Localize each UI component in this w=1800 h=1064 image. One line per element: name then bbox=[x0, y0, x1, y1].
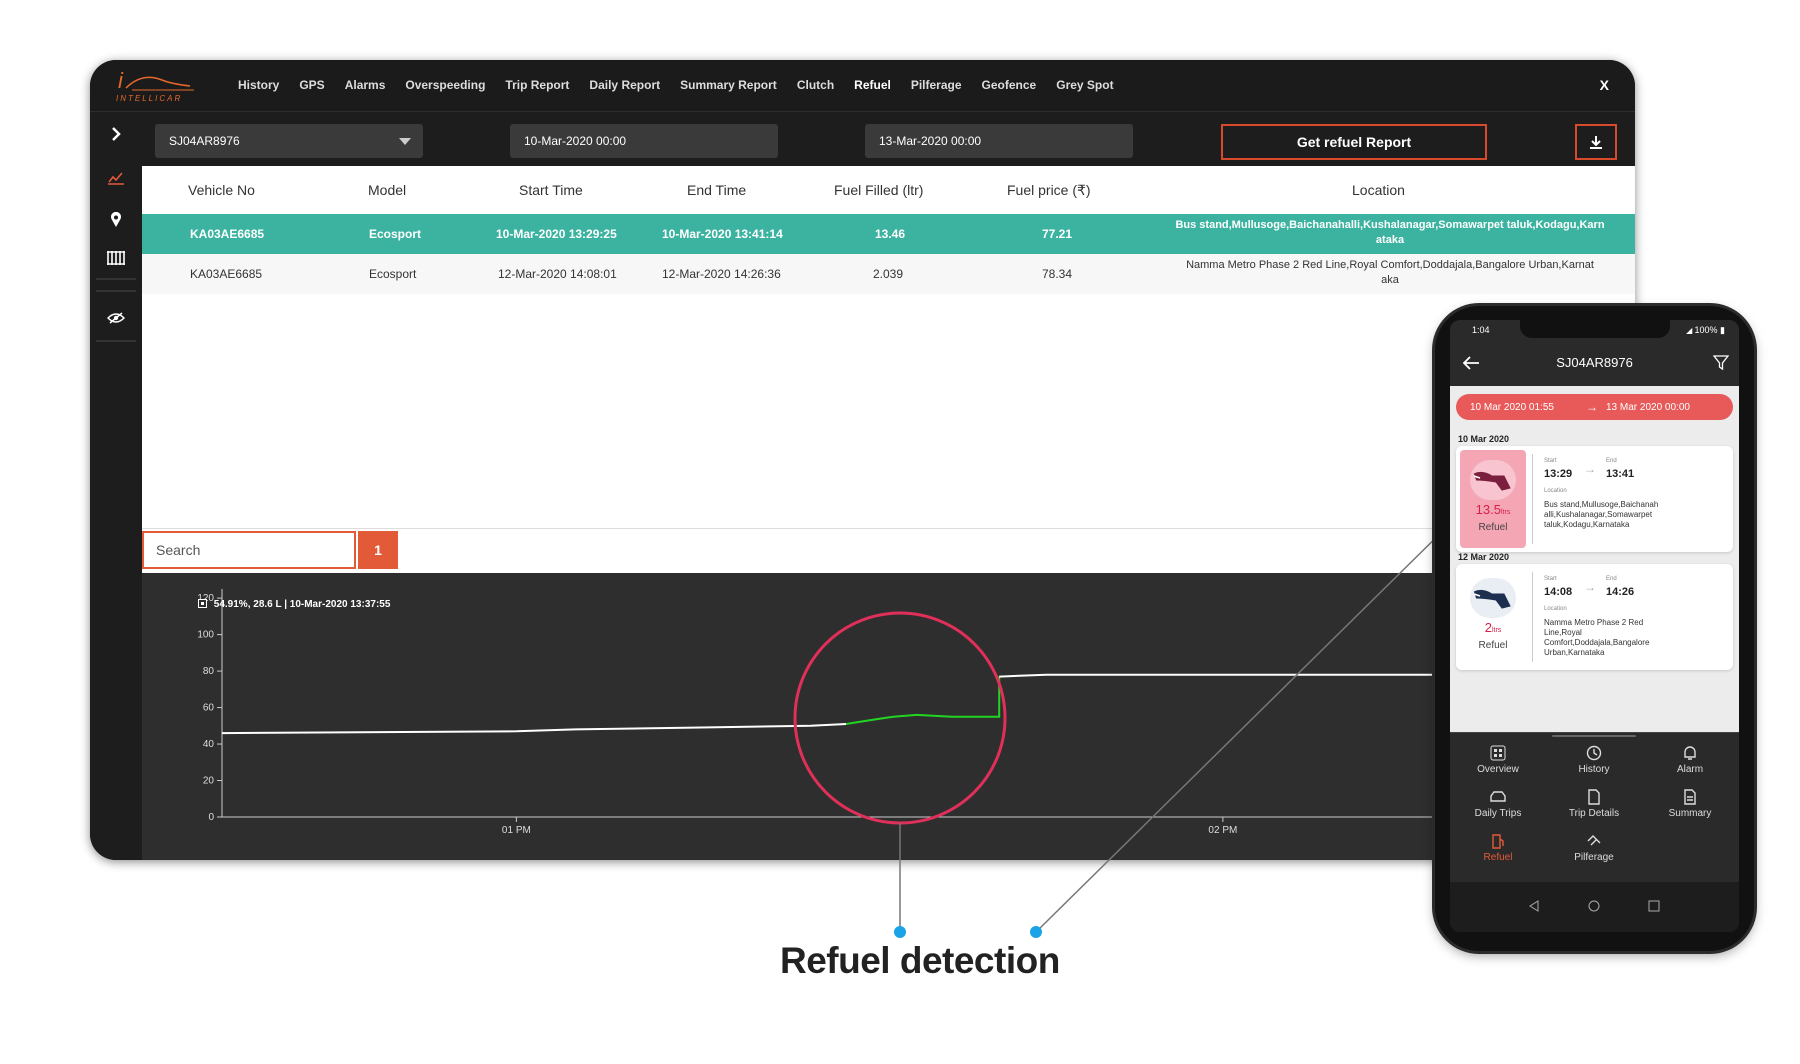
caption: Refuel detection bbox=[780, 940, 1060, 981]
fuel-pump-icon bbox=[1492, 834, 1504, 849]
nav-label: Pilferage bbox=[1574, 852, 1614, 863]
nav-label: Alarm bbox=[1676, 764, 1704, 775]
stage: i INTELLICAR History GPS Alarms Overspeedin… bbox=[0, 0, 1800, 1064]
grid-icon bbox=[1490, 745, 1506, 761]
nav-refuel[interactable]: Refuel bbox=[1450, 833, 1546, 863]
day-label: 10 Mar 2020 bbox=[1458, 434, 1510, 444]
location-text: Bus stand,Mullusoge,Baichanah alli,Kusha… bbox=[1544, 500, 1659, 529]
range-to: 13 Mar 2020 00:00 bbox=[1606, 402, 1690, 413]
start-label: Start bbox=[1544, 576, 1557, 582]
location-text: Namma Metro Phase 2 Red Line,Royal Comfo… bbox=[1544, 618, 1650, 657]
phone-mockup: 1:04 ◢ 100% ▮ SJ04AR8976 10 Mar 2020 01:… bbox=[1435, 306, 1754, 951]
refuel-label: Refuel bbox=[1478, 522, 1508, 533]
fuel-nozzle-icon bbox=[1473, 589, 1511, 609]
phone-screen: 1:04 ◢ 100% ▮ SJ04AR8976 10 Mar 2020 01:… bbox=[1450, 320, 1739, 932]
start-label: Start bbox=[1544, 458, 1557, 464]
app-bar: SJ04AR8976 bbox=[1450, 340, 1739, 386]
nav-label: Summary bbox=[1668, 808, 1712, 819]
car-icon bbox=[1490, 791, 1506, 802]
refuel-card[interactable]: 2ltrs Refuel Start 14:08 → End 14:26 Loc… bbox=[1456, 564, 1733, 670]
summary-icon bbox=[1684, 789, 1696, 805]
refuel-label: Refuel bbox=[1478, 640, 1508, 651]
app-title: SJ04AR8976 bbox=[1556, 355, 1633, 370]
nav-history[interactable]: History bbox=[1546, 745, 1642, 775]
status-bar: 1:04 ◢ 100% ▮ bbox=[1450, 320, 1739, 340]
callout-dot bbox=[1030, 926, 1042, 938]
nav-trip-details[interactable]: Trip Details bbox=[1546, 789, 1642, 819]
end-time: 14:26 bbox=[1606, 586, 1635, 598]
refuel-qty: 13.5 bbox=[1475, 502, 1501, 517]
refuel-badge: 13.5ltrs Refuel bbox=[1460, 450, 1526, 548]
fuel-nozzle-icon bbox=[1473, 471, 1511, 491]
nav-label: Refuel bbox=[1483, 852, 1513, 863]
nav-pilferage[interactable]: Pilferage bbox=[1546, 833, 1642, 863]
callout-line bbox=[1035, 511, 1463, 933]
refuel-qty: 2 bbox=[1484, 620, 1492, 635]
arrow-right-icon: → bbox=[1586, 400, 1598, 414]
start-time: 13:29 bbox=[1544, 468, 1573, 480]
bottom-navigation: Overview History Alarm Daily Trips Trip … bbox=[1450, 732, 1739, 882]
arrow-right-icon: → bbox=[1584, 580, 1596, 594]
day-label: 12 Mar 2020 bbox=[1458, 552, 1510, 562]
date-range-pill[interactable]: 10 Mar 2020 01:55 → 13 Mar 2020 00:00 bbox=[1456, 394, 1733, 420]
nav-summary[interactable]: Summary bbox=[1642, 789, 1738, 819]
pilferage-icon bbox=[1587, 835, 1601, 846]
refuel-unit: ltrs bbox=[1491, 627, 1502, 634]
end-label: End bbox=[1606, 576, 1617, 582]
refuel-badge: 2ltrs Refuel bbox=[1460, 568, 1526, 666]
nav-label: Trip Details bbox=[1568, 808, 1620, 819]
filter-icon[interactable] bbox=[1713, 355, 1729, 371]
history-icon bbox=[1586, 745, 1602, 761]
arrow-right-icon: → bbox=[1584, 462, 1596, 476]
refuel-list: 10 Mar 2020 01:55 → 13 Mar 2020 00:00 10… bbox=[1450, 386, 1739, 732]
nav-label: History bbox=[1578, 764, 1610, 775]
callout-dot bbox=[894, 926, 906, 938]
status-battery: ◢ 100% ▮ bbox=[1686, 325, 1725, 335]
refuel-card[interactable]: 13.5ltrs Refuel Start 13:29 → End 13:41 … bbox=[1456, 446, 1733, 552]
back-triangle-icon[interactable] bbox=[1528, 900, 1540, 912]
document-icon bbox=[1588, 789, 1600, 805]
home-circle-icon[interactable] bbox=[1588, 900, 1600, 912]
start-time: 14:08 bbox=[1544, 586, 1573, 598]
nav-overview[interactable]: Overview bbox=[1450, 745, 1546, 775]
end-label: End bbox=[1606, 458, 1617, 464]
range-from: 10 Mar 2020 01:55 bbox=[1470, 402, 1554, 413]
status-time: 1:04 bbox=[1472, 325, 1490, 335]
location-label: Location bbox=[1544, 606, 1567, 612]
recents-square-icon[interactable] bbox=[1648, 900, 1660, 912]
location-label: Location bbox=[1544, 488, 1567, 494]
end-time: 13:41 bbox=[1606, 468, 1635, 480]
nav-label: Overview bbox=[1477, 764, 1519, 775]
nav-daily-trips[interactable]: Daily Trips bbox=[1450, 789, 1546, 819]
highlight-circle bbox=[793, 611, 1007, 825]
android-nav-bar bbox=[1450, 882, 1739, 932]
nav-label: Daily Trips bbox=[1474, 808, 1522, 819]
nav-alarm[interactable]: Alarm bbox=[1642, 745, 1738, 775]
refuel-unit: ltrs bbox=[1500, 509, 1511, 516]
bell-icon bbox=[1684, 746, 1696, 760]
